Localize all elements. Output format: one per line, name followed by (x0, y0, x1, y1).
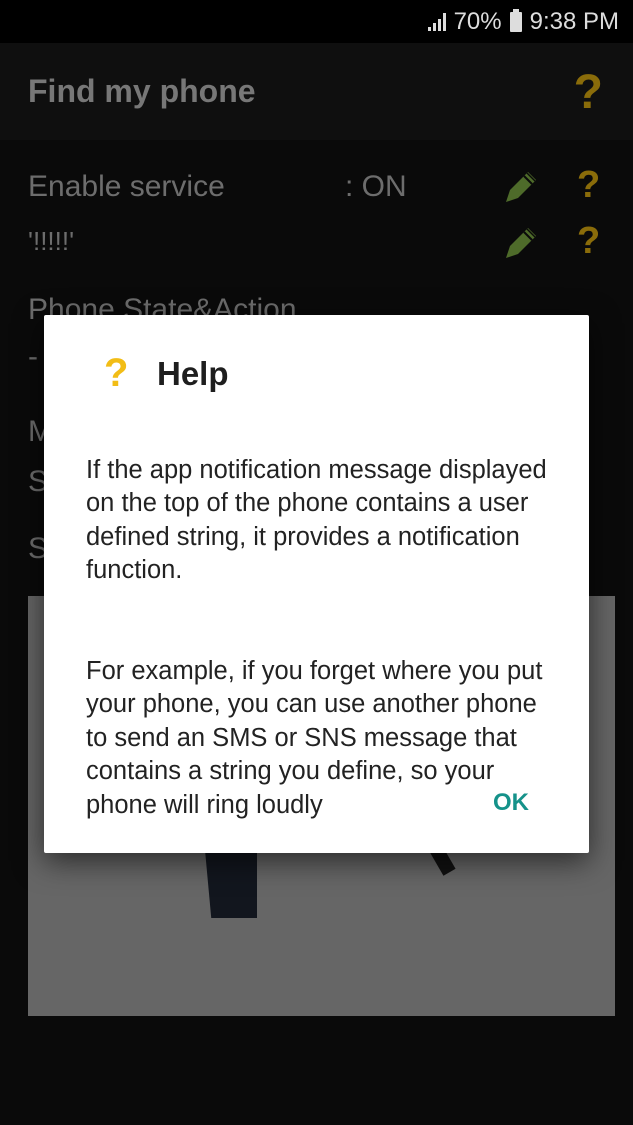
dialog-paragraph: If the app notification message displaye… (86, 455, 547, 585)
ok-button[interactable]: OK (493, 789, 529, 817)
dialog-title: Help (157, 355, 229, 392)
question-mark-icon: ? (104, 351, 129, 395)
dialog-paragraph: For example, if you forget where you put… (86, 656, 543, 819)
clock: 9:38 PM (529, 8, 619, 35)
dialog-message: If the app notification message displaye… (86, 420, 561, 889)
signal-icon (427, 13, 446, 31)
battery-percent: 70% (453, 8, 502, 35)
status-bar: 70% 9:38 PM (0, 0, 633, 43)
battery-icon (509, 9, 522, 32)
help-dialog: ? Help If the app notification message d… (44, 315, 589, 853)
